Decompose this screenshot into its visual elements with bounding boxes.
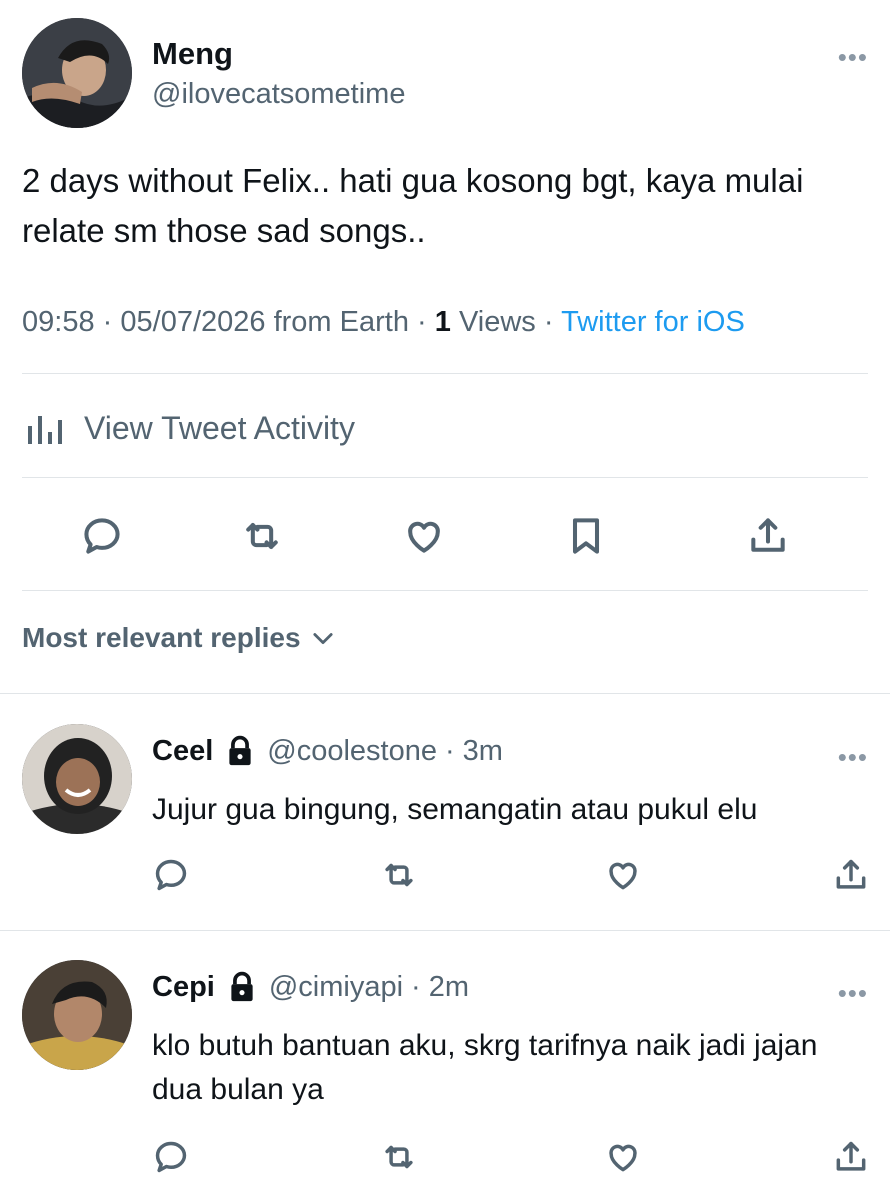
like-icon[interactable] xyxy=(598,852,648,898)
tweet-time[interactable]: 09:58 xyxy=(22,306,95,338)
share-icon[interactable] xyxy=(826,852,876,898)
reply-author-handle[interactable]: @cimiyapi xyxy=(269,971,403,1004)
reply-text: Jujur gua bingung, semangatin atau pukul… xyxy=(152,793,758,826)
lock-icon xyxy=(225,970,259,1004)
views-count: 1 xyxy=(434,306,451,338)
meta-separator: · xyxy=(417,306,427,338)
reply-icon[interactable] xyxy=(74,510,130,562)
more-horizontal-icon[interactable]: ••• xyxy=(838,744,868,770)
divider xyxy=(22,590,868,591)
meta-separator: · xyxy=(411,970,421,1003)
view-tweet-activity-button[interactable]: View Tweet Activity xyxy=(22,400,355,456)
more-horizontal-icon[interactable]: ••• xyxy=(838,980,868,1006)
reply-header: Ceel @coolestone · 3m xyxy=(152,734,503,768)
retweet-icon[interactable] xyxy=(234,510,290,562)
divider xyxy=(0,693,890,694)
author-name[interactable]: Meng xyxy=(152,36,233,72)
author-avatar[interactable] xyxy=(22,18,132,128)
reply-time[interactable]: 3m xyxy=(463,735,503,768)
share-icon[interactable] xyxy=(740,510,796,562)
meta-separator: · xyxy=(102,306,113,338)
share-icon[interactable] xyxy=(826,1134,876,1180)
divider xyxy=(22,477,868,478)
replies-sort-dropdown[interactable]: Most relevant replies xyxy=(22,622,337,654)
meta-separator: · xyxy=(444,734,455,767)
bar-chart-icon xyxy=(22,412,66,444)
more-horizontal-icon[interactable]: ••• xyxy=(838,44,868,70)
chevron-down-icon xyxy=(309,624,337,652)
author-handle[interactable]: @ilovecatsometime xyxy=(152,78,405,111)
lock-icon xyxy=(223,734,257,768)
tweet-text: 2 days without Felix.. hati gua kosong b… xyxy=(22,162,804,249)
divider xyxy=(22,373,868,374)
reply-avatar[interactable] xyxy=(22,724,132,834)
tweet-source-link[interactable]: Twitter for iOS xyxy=(561,306,745,338)
meta-separator: · xyxy=(543,306,554,338)
view-tweet-activity-label: View Tweet Activity xyxy=(84,409,355,446)
reply-header: Cepi @cimiyapi · 2m xyxy=(152,970,469,1004)
reply-text: klo butuh bantuan aku, skrg tarifnya nai… xyxy=(152,1029,818,1106)
reply-author-name[interactable]: Cepi xyxy=(152,971,215,1004)
reply-time[interactable]: 2m xyxy=(429,971,469,1004)
retweet-icon[interactable] xyxy=(374,852,424,898)
reply-avatar[interactable] xyxy=(22,960,132,1070)
views-label: Views xyxy=(458,306,536,338)
reply-author-handle[interactable]: @coolestone xyxy=(267,735,437,768)
tweet-location: from Earth xyxy=(273,306,409,338)
divider xyxy=(0,930,890,931)
replies-sort-label: Most relevant replies xyxy=(22,622,301,653)
tweet-meta: 09:58 · 05/07/2026 from Earth · 1 Views … xyxy=(22,306,745,339)
like-icon[interactable] xyxy=(396,510,452,562)
reply-icon[interactable] xyxy=(146,1134,196,1180)
like-icon[interactable] xyxy=(598,1134,648,1180)
reply-author-name[interactable]: Ceel xyxy=(152,735,213,768)
bookmark-icon[interactable] xyxy=(558,510,614,562)
tweet-date[interactable]: 05/07/2026 xyxy=(120,306,265,338)
retweet-icon[interactable] xyxy=(374,1134,424,1180)
reply-icon[interactable] xyxy=(146,852,196,898)
